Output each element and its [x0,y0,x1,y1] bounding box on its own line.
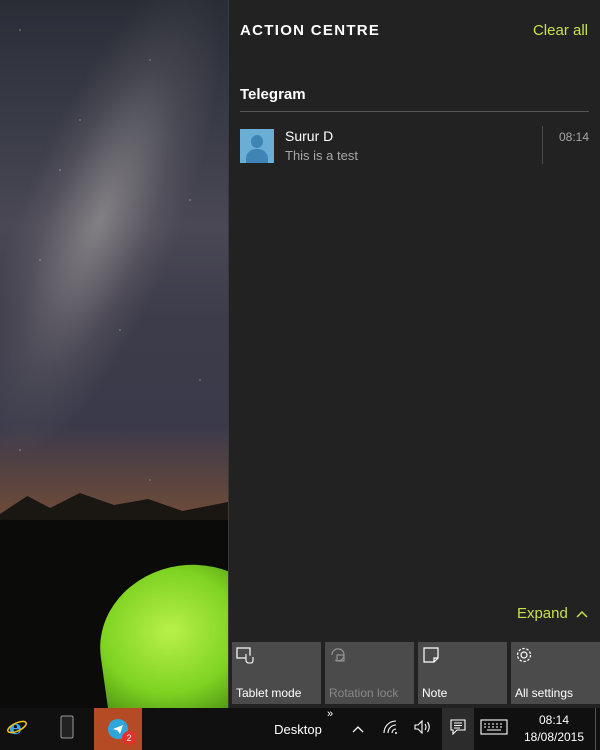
tablet-mode-tile[interactable]: Tablet mode [232,642,321,704]
action-centre-panel: ACTION CENTRE Clear all Telegram Surur D… [228,0,600,708]
rotation-lock-label: Rotation lock [329,686,399,700]
show-hidden-icons-button[interactable] [345,708,371,750]
notification-group-title[interactable]: Telegram [240,86,589,112]
notification-message: This is a test [285,148,358,163]
notification-sender: Surur D [285,128,334,144]
desktop-toolbar-label[interactable]: Desktop [268,708,328,750]
clock-date: 18/08/2015 [523,730,585,744]
telegram-icon: 2 [108,719,136,745]
expand-label: Expand [516,605,568,622]
notification-group-telegram: Telegram Surur D This is a test 08:14 [240,86,589,186]
gear-icon [515,646,533,664]
clock-time: 08:14 [538,713,570,727]
volume-button[interactable] [410,708,436,750]
notification-badge: 2 [122,731,136,745]
touch-keyboard-button[interactable] [478,708,510,750]
network-button[interactable] [378,708,404,750]
action-centre-button[interactable] [442,708,474,750]
quick-actions: Tablet mode Rotation lock Note All setti… [232,642,600,704]
phone-button[interactable] [50,708,84,750]
notification-item[interactable]: Surur D This is a test 08:14 [240,126,589,186]
notification-time: 08:14 [558,130,589,144]
wifi-icon [383,719,399,739]
internet-explorer-button[interactable]: e [0,708,34,750]
action-centre-title: ACTION CENTRE [240,22,381,39]
note-tile[interactable]: Note [418,642,507,704]
note-label: Note [422,686,448,700]
tablet-mode-label: Tablet mode [236,686,302,700]
telegram-button[interactable]: 2 [94,708,142,750]
all-settings-tile[interactable]: All settings [511,642,600,704]
clear-all-button[interactable]: Clear all [533,22,588,39]
clock[interactable]: 08:14 18/08/2015 [518,712,590,746]
keyboard-icon [480,718,508,740]
note-icon [422,646,440,664]
expand-button[interactable]: Expand [517,605,588,622]
avatar [240,129,274,163]
notification-divider [542,126,543,164]
chevron-up-icon [352,720,364,738]
rotation-lock-tile[interactable]: Rotation lock [325,642,414,704]
phone-icon [60,715,74,744]
volume-icon [414,719,432,739]
rotation-lock-icon [329,646,347,664]
chevron-up-icon [576,606,588,621]
toolbar-overflow-icon[interactable]: » [327,708,333,720]
internet-explorer-icon: e [6,715,28,743]
all-settings-label: All settings [515,686,574,700]
taskbar: e 2 Desktop » 08:14 18/08/2015 [0,708,600,750]
desktop-wallpaper [0,0,228,708]
action-centre-icon [450,718,466,740]
show-desktop-button[interactable] [595,708,600,750]
tablet-mode-icon [236,646,254,664]
